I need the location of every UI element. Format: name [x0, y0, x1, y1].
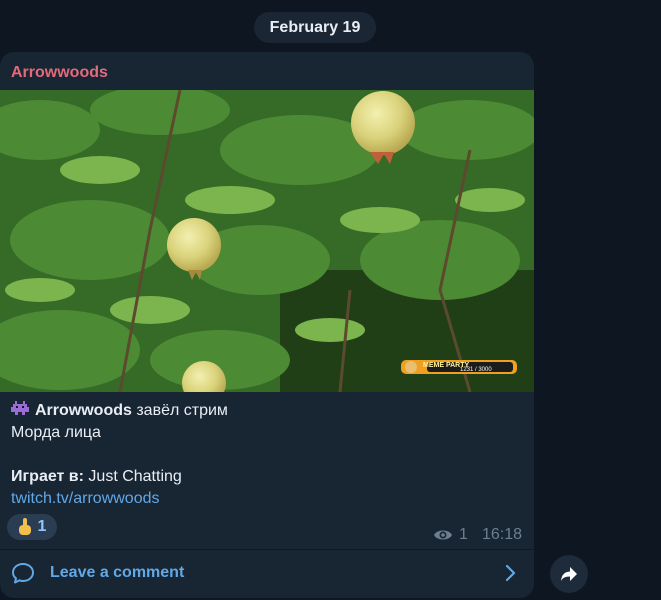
- hand-icon: [18, 518, 31, 535]
- reaction-count: 1: [37, 518, 47, 535]
- twitch-link[interactable]: twitch.tv/arrowwoods: [11, 490, 160, 507]
- comment-bubble-icon: [12, 563, 34, 584]
- message-bubble[interactable]: Arrowwoods MEME PARTY 1231 / 3000 Arroww…: [0, 52, 534, 598]
- chevron-right-icon: [505, 564, 516, 582]
- channel-name: Arrowwoods: [35, 402, 132, 419]
- alien-monster-icon: [11, 401, 29, 415]
- share-button[interactable]: [550, 555, 588, 593]
- message-text: Arrowwoods завёл стрим Морда лица Играет…: [11, 400, 521, 510]
- playing-line: Играет в: Just Chatting: [11, 466, 521, 488]
- reaction-chip[interactable]: 1: [7, 514, 57, 540]
- leave-comment-label: Leave a comment: [50, 564, 185, 581]
- message-meta: 1 16:18: [433, 526, 522, 544]
- message-photo[interactable]: MEME PARTY 1231 / 3000: [0, 90, 534, 392]
- photo-counter-label: 1231 / 3000: [460, 367, 492, 373]
- date-label: February 19: [269, 18, 361, 36]
- playing-label: Играет в:: [11, 468, 84, 485]
- view-count: 1: [459, 526, 468, 543]
- share-arrow-icon: [561, 567, 577, 581]
- message-time: 16:18: [481, 526, 522, 543]
- date-separator: February 19: [254, 12, 376, 43]
- stream-started-line: Arrowwoods завёл стрим: [11, 400, 521, 422]
- playing-value: Just Chatting: [83, 468, 182, 485]
- stream-title: Морда лица: [11, 424, 101, 441]
- sender-name[interactable]: Arrowwoods: [11, 64, 108, 82]
- stream-action: завёл стрим: [131, 402, 228, 419]
- eye-icon: [434, 530, 453, 540]
- leave-comment-button[interactable]: Leave a comment: [0, 550, 534, 598]
